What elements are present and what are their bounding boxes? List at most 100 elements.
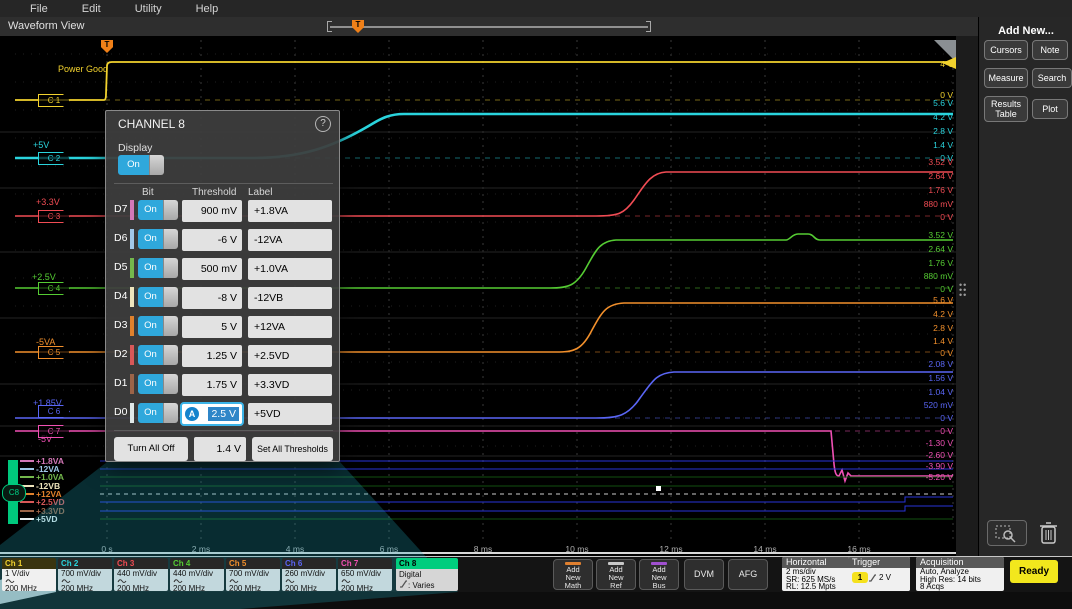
bandwidth-icon: [341, 578, 351, 584]
ready-status: Ready: [1010, 560, 1058, 583]
threshold-field[interactable]: 900 mV: [182, 200, 242, 222]
time-axis-label: 4 ms: [286, 544, 304, 554]
afg-button[interactable]: AFG: [728, 559, 768, 590]
scale-label: 1.56 V: [901, 373, 953, 383]
display-label: Display: [118, 142, 152, 154]
help-icon[interactable]: ?: [315, 116, 331, 132]
horizontal-value: RL: 12.5 Mpts: [786, 583, 856, 591]
trigger-position-pennant-icon[interactable]: T: [352, 20, 364, 33]
bit-toggle-d0[interactable]: On: [138, 403, 178, 423]
channel-badge-ch2[interactable]: Ch 2 700 mV/div 200 MHz: [58, 558, 112, 591]
acquisition-badge[interactable]: AcquisitionAuto, AnalyzeHigh Res: 14 bit…: [916, 557, 1004, 591]
badge-scale: 700 mV/div: [61, 570, 112, 578]
threshold-field-editing[interactable]: A 2.5 V: [180, 402, 244, 426]
time-axis-label: 10 ms: [565, 544, 588, 554]
threshold-field[interactable]: -8 V: [182, 287, 242, 309]
bit-name: D2: [114, 348, 130, 360]
bit-color-chip: [130, 345, 134, 365]
drag-handle-icon[interactable]: ••••••: [959, 283, 967, 305]
badge-scale: 260 mV/div: [285, 570, 336, 578]
threshold-field[interactable]: 1.25 V: [182, 345, 242, 367]
bit-toggle-d4[interactable]: On: [138, 287, 178, 307]
bit-toggle-d7[interactable]: On: [138, 200, 178, 220]
time-axis-label: 2 ms: [192, 544, 210, 554]
add-new-math-button[interactable]: AddNewMath: [553, 559, 593, 590]
channel-badge-ch6[interactable]: Ch 6 260 mV/div 200 MHz: [282, 558, 336, 591]
bit-color-chip: [20, 518, 34, 520]
channel-badge-ch8[interactable]: Ch 8 Digital : Varies: [396, 558, 458, 591]
scale-label: 0 V: [901, 284, 953, 294]
channel-badge-ch1[interactable]: Ch 1 1 V/div 200 MHz: [2, 558, 56, 591]
col-threshold: Threshold: [192, 187, 236, 198]
waveform-view-tab[interactable]: Waveform View: [8, 20, 84, 32]
display-toggle[interactable]: On: [118, 155, 164, 175]
trash-button[interactable]: [1037, 520, 1061, 551]
all-threshold-field[interactable]: 1.4 V: [194, 437, 246, 461]
sidebar-button-results-table[interactable]: ResultsTable: [984, 96, 1028, 122]
right-sidebar: Add New... CursorsNoteMeasureSearchResul…: [978, 17, 1072, 556]
add-new-ref-button[interactable]: AddNewRef: [596, 559, 636, 590]
bit-toggle-d5[interactable]: On: [138, 258, 178, 278]
menu-item-help[interactable]: Help: [196, 3, 219, 15]
bit-label-field[interactable]: +3.3VD: [248, 374, 332, 396]
turn-all-off-button[interactable]: Turn All Off: [114, 437, 188, 461]
scale-label: -1.30 V: [901, 438, 953, 448]
set-all-thresholds-button[interactable]: Set All Thresholds: [252, 437, 333, 461]
badge-title: Ch 7: [338, 558, 392, 569]
bit-toggle-d6[interactable]: On: [138, 229, 178, 249]
bit-label-field[interactable]: +1.8VA: [248, 200, 332, 222]
bit-toggle-d3[interactable]: On: [138, 316, 178, 336]
horizontal-pan-scrollbar[interactable]: [330, 26, 648, 28]
bit-color-chip: [130, 316, 134, 336]
menu-item-edit[interactable]: Edit: [82, 3, 101, 15]
badge-bandwidth: 200 MHz: [5, 585, 56, 591]
channel-label: Power Good: [58, 64, 108, 74]
bit-label-field[interactable]: -12VA: [248, 229, 332, 251]
trigger-level: 2 V: [879, 574, 891, 582]
trigger-title: Trigger: [848, 557, 910, 568]
sidebar-button-search[interactable]: Search: [1032, 68, 1072, 88]
add-new-bus-button[interactable]: AddNewBus: [639, 559, 679, 590]
bit-label-field[interactable]: -12VB: [248, 287, 332, 309]
bit-label-field[interactable]: +1.0VA: [248, 258, 332, 280]
scale-label: 1.04 V: [901, 387, 953, 397]
keypad-icon[interactable]: A: [185, 407, 199, 421]
sidebar-button-plot[interactable]: Plot: [1032, 99, 1068, 119]
bit-color-chip: [130, 403, 134, 423]
bit-toggle-knob: [163, 258, 178, 278]
scrollbar-right-bracket[interactable]: [646, 21, 651, 32]
threshold-field[interactable]: 1.75 V: [182, 374, 242, 396]
sidebar-button-cursors[interactable]: Cursors: [984, 40, 1028, 60]
badge-bandwidth: 200 MHz: [61, 585, 112, 591]
channel-badge-ch7[interactable]: Ch 7 650 mV/div 200 MHz: [338, 558, 392, 591]
menu-item-file[interactable]: File: [30, 3, 48, 15]
badge-bandwidth: 200 MHz: [173, 585, 224, 591]
display-toggle-knob: [149, 155, 164, 175]
time-axis-label: 12 ms: [659, 544, 682, 554]
ref-color-bar: [651, 562, 667, 565]
channel-badge-ch4[interactable]: Ch 4 440 mV/div 200 MHz: [170, 558, 224, 591]
bit-toggle-d2[interactable]: On: [138, 345, 178, 365]
bit-toggle-state: On: [138, 403, 163, 423]
zoom-mode-button[interactable]: [987, 520, 1027, 546]
digital-group-badge[interactable]: C8: [2, 484, 26, 502]
channel-badge-ch3[interactable]: Ch 3 440 mV/div 200 MHz: [114, 558, 168, 591]
channel-badge-ch5[interactable]: Ch 5 700 mV/div 200 MHz: [226, 558, 280, 591]
bit-label-field[interactable]: +12VA: [248, 316, 332, 338]
scrollbar-left-bracket[interactable]: [327, 21, 332, 32]
bit-toggle-d1[interactable]: On: [138, 374, 178, 394]
menu-item-utility[interactable]: Utility: [135, 3, 162, 15]
threshold-field[interactable]: 500 mV: [182, 258, 242, 280]
bit-color-chip: [130, 200, 134, 220]
threshold-field[interactable]: -6 V: [182, 229, 242, 251]
channel-label: +3.3V: [36, 197, 60, 207]
ref-color-bar: [565, 562, 581, 565]
trigger-badge[interactable]: Trigger 1 2 V: [848, 557, 910, 591]
threshold-field[interactable]: 5 V: [182, 316, 242, 338]
dvm-button[interactable]: DVM: [684, 559, 724, 590]
sidebar-button-note[interactable]: Note: [1032, 40, 1068, 60]
channel-label: +5V: [33, 140, 49, 150]
sidebar-button-measure[interactable]: Measure: [984, 68, 1028, 88]
bit-label-field[interactable]: +2.5VD: [248, 345, 332, 367]
bit-label-field[interactable]: +5VD: [248, 403, 332, 425]
